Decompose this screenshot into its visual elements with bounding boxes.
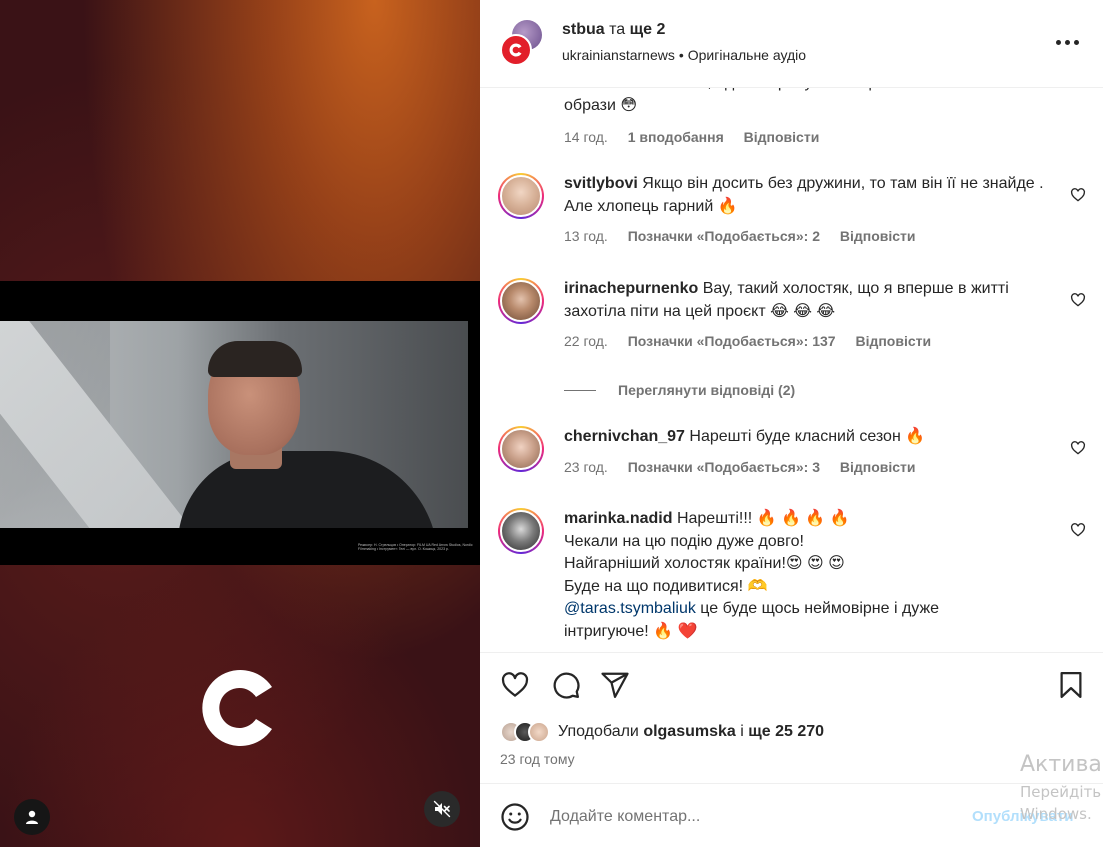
mute-button[interactable] (424, 791, 460, 827)
comment-text: це буде щось неймовірне і дуже (695, 600, 940, 617)
like-heart-icon[interactable] (1070, 187, 1086, 203)
comment-text: Чекали на цю подію дуже довго! (564, 532, 804, 550)
post-authors: stbua та ще 2 (562, 21, 665, 39)
video-frame (0, 321, 468, 528)
comment-username[interactable]: irinachepurnenko (564, 280, 698, 297)
likes-summary[interactable]: Уподобали olgasumska і ще 25 270 (500, 721, 824, 743)
comment-likes[interactable]: 1 вподобання (628, 129, 724, 145)
more-options-icon[interactable] (1056, 32, 1086, 52)
comment-time: 14 год. (564, 129, 608, 145)
comment-icon[interactable] (551, 670, 581, 700)
author-username[interactable]: stbua (562, 21, 605, 38)
reply-button[interactable]: Відповісти (744, 129, 820, 145)
post-subtitle: ukrainianstarnews • Оригінальне аудіо (562, 47, 807, 63)
post-timestamp: 23 год тому (500, 751, 575, 767)
action-bar: Уподобали olgasumska і ще 25 270 23 год … (480, 652, 1103, 782)
post-header: stbua та ще 2 ukrainianstarnews • Оригінал… (480, 0, 1103, 88)
stb-c-logo (202, 670, 272, 746)
avatar[interactable] (498, 278, 544, 324)
video-strip: Режисер: Н. Стрельцов • Оператор: FILM U… (0, 281, 480, 565)
speaker-muted-icon (433, 800, 451, 818)
reply-button[interactable]: Відповісти (840, 228, 916, 244)
reply-button[interactable]: Відповісти (855, 333, 931, 349)
subtitle-username[interactable]: ukrainianstarnews (562, 47, 675, 63)
comment-likes[interactable]: Позначки «Подобається»: 2 (628, 228, 820, 244)
view-replies-button[interactable]: Переглянути відповіді (2) (564, 382, 795, 398)
author-avatars[interactable] (498, 20, 546, 66)
like-heart-icon[interactable] (1070, 292, 1086, 308)
avatar[interactable] (500, 34, 532, 66)
comment-text: Буде на що подивитися! 🫶 (564, 577, 768, 595)
authors-conjunction: та (609, 21, 626, 38)
avatar[interactable] (498, 426, 544, 472)
comment-text: Найгарніший холостяк країни!😍 😍 😍 (564, 555, 845, 572)
comments-list[interactable]: или на телебаченні, йдьт і спробуйте як … (480, 60, 1103, 652)
comment-input[interactable] (550, 804, 950, 830)
view-replies-label: Переглянути відповіді (2) (618, 382, 796, 398)
comment-time: 22 год. (564, 333, 608, 349)
stb-c-logo (509, 43, 522, 57)
like-heart-icon[interactable] (1070, 522, 1086, 538)
share-icon[interactable] (600, 670, 630, 700)
liker-username[interactable]: olgasumska (643, 723, 735, 740)
tagged-users-button[interactable] (14, 799, 50, 835)
comment-likes[interactable]: Позначки «Подобається»: 3 (628, 459, 820, 475)
more-authors-link[interactable]: ще 2 (630, 21, 666, 38)
man-figure (178, 341, 438, 528)
like-heart-icon[interactable] (500, 670, 530, 700)
post-panel: stbua та ще 2 ukrainianstarnews • Оригінал… (480, 0, 1103, 847)
user-icon (26, 810, 38, 824)
comment-composer: Опублікувати (480, 783, 1103, 847)
divider (564, 389, 596, 391)
video-credits: Режисер: Н. Стрельцов • Оператор: FILM U… (358, 543, 473, 551)
video-player[interactable]: Режисер: Н. Стрельцов • Оператор: FILM U… (0, 0, 480, 847)
audio-link[interactable]: Оригінальне аудіо (688, 47, 806, 63)
comment-time: 13 год. (564, 228, 608, 244)
save-bookmark-icon[interactable] (1056, 670, 1086, 700)
comment-username[interactable]: chernivchan_97 (564, 428, 685, 445)
likes-text: Уподобали olgasumska і ще 25 270 (558, 723, 825, 740)
mention-link[interactable]: @taras.tsymbaliuk (564, 600, 696, 617)
comment-text: Нарешті!!! 🔥 🔥 🔥 🔥 (676, 510, 850, 527)
avatar (528, 721, 550, 743)
windows-activation-watermark: Актива Перейдіть Windows. (1020, 752, 1102, 823)
comment-text: Нарешті буде класний сезон 🔥 (689, 428, 926, 445)
comment-text: інтригуюче! 🔥 ❤️ (564, 622, 698, 640)
comment-username[interactable]: marinka.nadid (564, 510, 672, 527)
emoji-icon[interactable] (500, 802, 530, 832)
comment-time: 23 год. (564, 458, 608, 475)
comment-meta: 14 год. 1 вподобання Відповісти (564, 129, 1044, 145)
avatar[interactable] (498, 508, 544, 554)
comment-username[interactable]: svitlybovi (564, 175, 638, 192)
comment-likes[interactable]: Позначки «Подобається»: 137 (628, 333, 836, 349)
reply-button[interactable]: Відповісти (840, 459, 916, 475)
like-heart-icon[interactable] (1070, 440, 1086, 456)
likes-count[interactable]: ще 25 270 (748, 723, 824, 740)
avatar[interactable] (498, 173, 544, 219)
